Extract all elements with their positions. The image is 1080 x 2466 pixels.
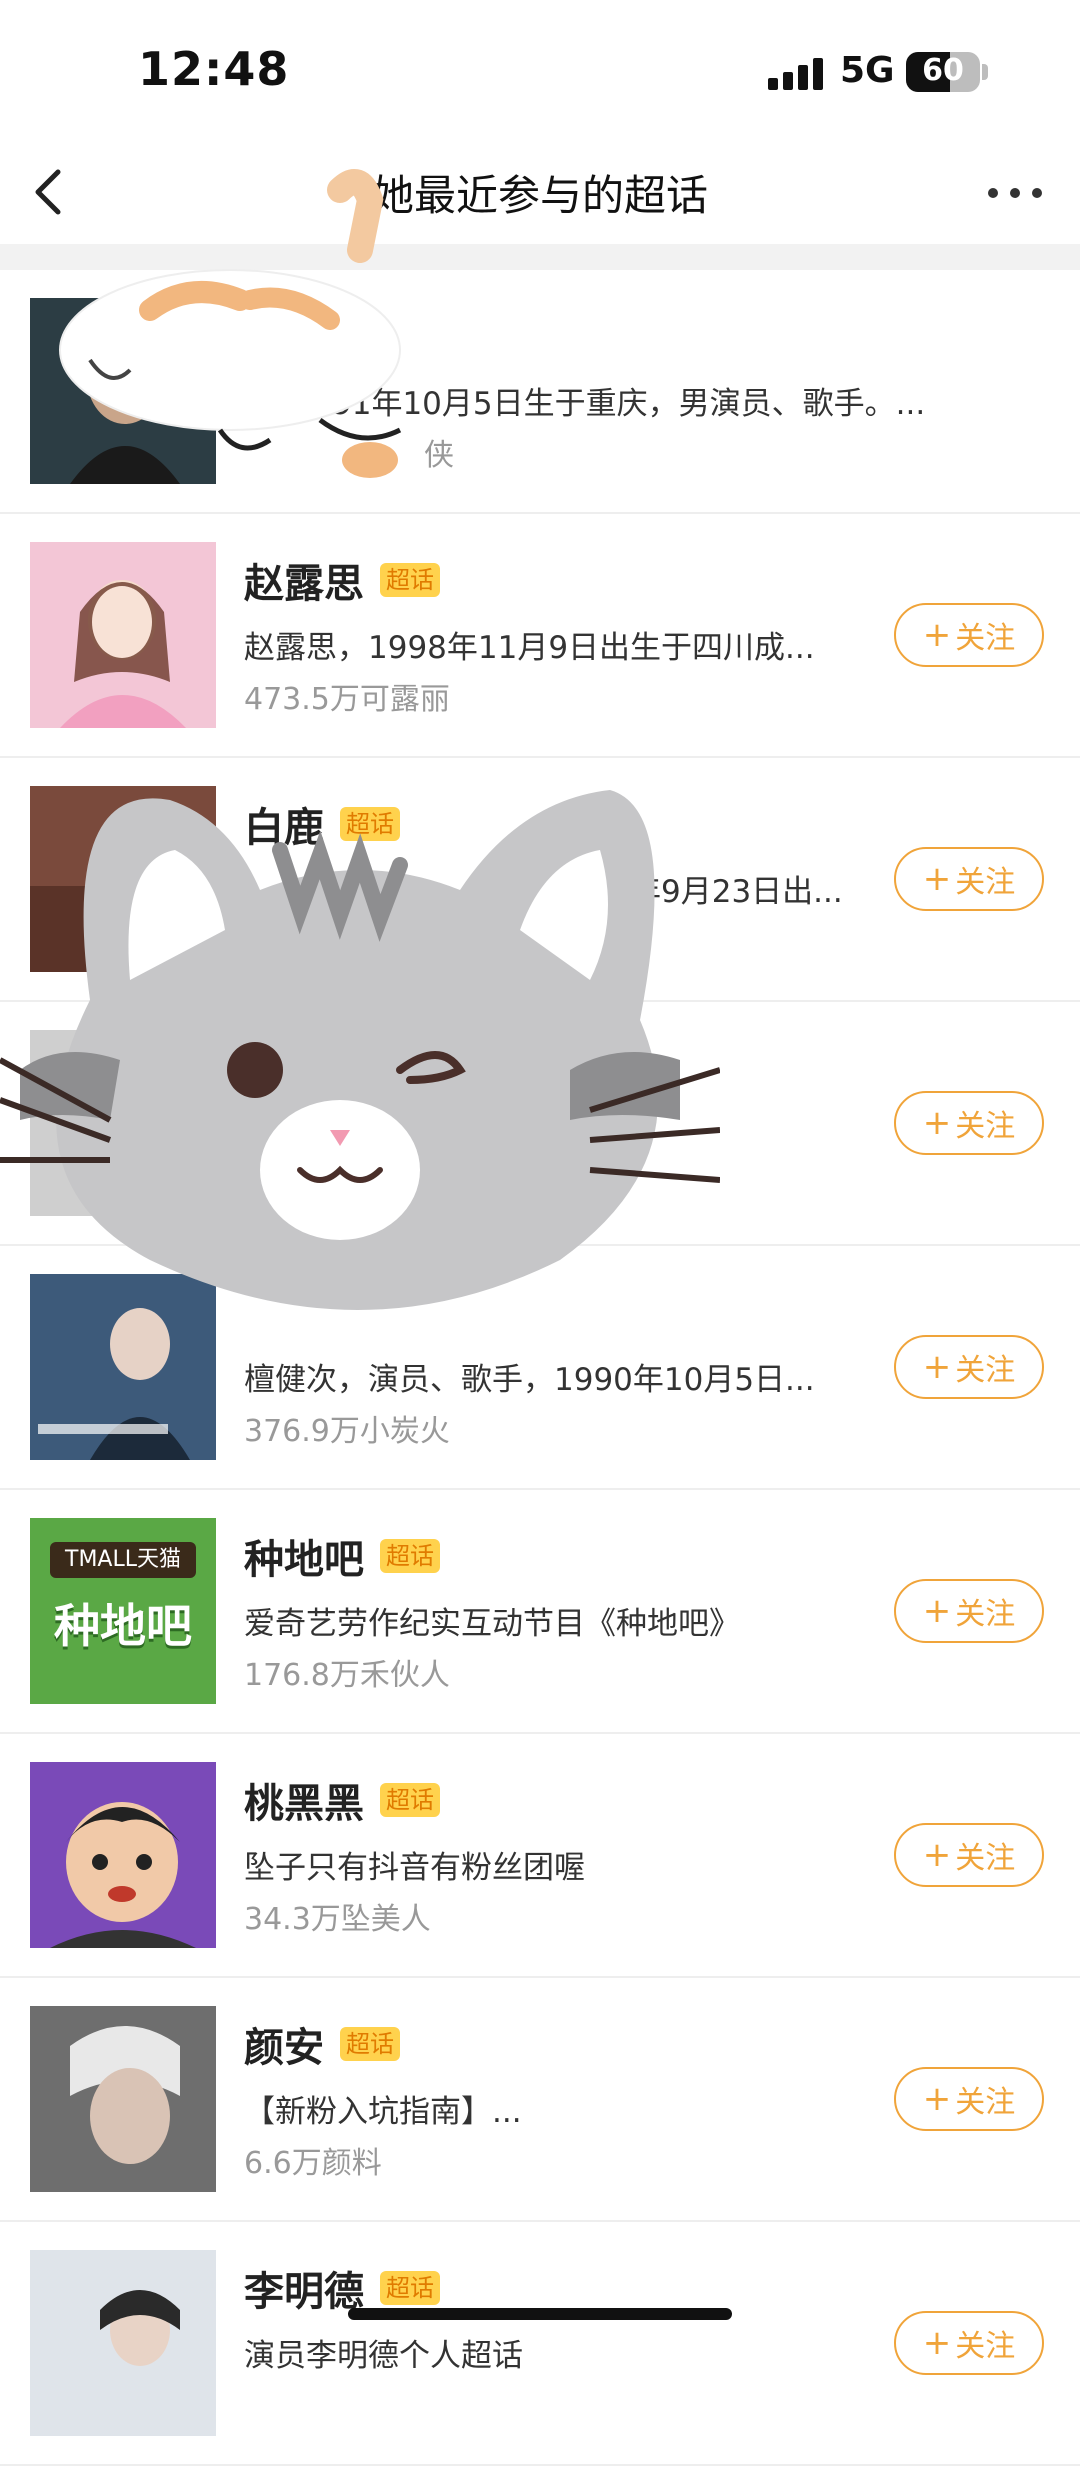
super-topic-badge: 超话 xyxy=(340,2027,400,2061)
super-topic-badge: 超话 xyxy=(380,1783,440,1817)
follow-button[interactable]: + 关注 xyxy=(894,603,1044,667)
topic-description: 坠子只有抖音有粉丝团喔 xyxy=(244,1850,585,1886)
topic-description: 【新粉入坑指南】... xyxy=(244,2094,522,2130)
super-topic-badge: 超话 xyxy=(380,563,440,597)
topic-name: 桃黑黑 xyxy=(244,1781,364,1827)
follow-button[interactable]: + 关注 xyxy=(894,1579,1044,1643)
follow-button[interactable]: + 关注 xyxy=(894,847,1044,911)
topic-row[interactable]: 颜安 超话 【新粉入坑指南】... 6.6万颜料 + 关注 xyxy=(0,1978,1080,2222)
plus-icon: + xyxy=(922,1835,952,1875)
topic-avatar xyxy=(30,542,216,728)
status-time: 12:48 xyxy=(138,42,290,96)
topic-row[interactable]: 赵露思 超话 赵露思，1998年11月9日出生于四川成... 473.5万可露丽… xyxy=(0,514,1080,758)
super-topic-badge: 超话 xyxy=(380,2271,440,2305)
plus-icon: + xyxy=(922,2079,952,2119)
plus-icon: + xyxy=(922,1591,952,1631)
battery-level: 60 xyxy=(922,53,964,88)
topic-avatar: TMALL天猫 种地吧 xyxy=(30,1518,216,1704)
super-topic-badge: 超话 xyxy=(380,1539,440,1573)
plus-icon: + xyxy=(922,1103,952,1143)
topic-fans: 34.3万坠美人 xyxy=(244,1902,431,1937)
follow-button[interactable]: + 关注 xyxy=(894,2311,1044,2375)
plus-icon: + xyxy=(922,615,952,655)
home-indicator xyxy=(348,2308,732,2320)
topic-avatar xyxy=(30,1762,216,1948)
more-options-button[interactable] xyxy=(988,180,1048,204)
topic-fans: 473.5万可露丽 xyxy=(244,682,450,717)
follow-button[interactable]: + 关注 xyxy=(894,1335,1044,1399)
topic-fans: 6.6万颜料 xyxy=(244,2146,382,2181)
topic-fans: 176.8万禾伙人 xyxy=(244,1658,450,1693)
topic-name: 赵露思 xyxy=(244,561,364,607)
battery-icon: 60 xyxy=(906,52,980,92)
orange-cat-sticker xyxy=(59,169,402,478)
network-type: 5G xyxy=(840,50,895,91)
tmall-logo: TMALL天猫 xyxy=(50,1542,196,1578)
battery-tip xyxy=(982,64,988,80)
cartoon-avatar-image xyxy=(30,1762,216,1948)
topic-fans: 376.9万小炭火 xyxy=(244,1414,450,1449)
plus-icon: + xyxy=(922,859,952,899)
topic-row[interactable]: 桃黑黑 超话 坠子只有抖音有粉丝团喔 34.3万坠美人 + 关注 xyxy=(0,1734,1080,1978)
topic-avatar xyxy=(30,2006,216,2192)
topic-row[interactable]: TMALL天猫 种地吧 种地吧 超话 爱奇艺劳作纪实互动节目《种地吧》 176.… xyxy=(0,1490,1080,1734)
portrait-image xyxy=(30,2006,216,2192)
follow-button[interactable]: + 关注 xyxy=(894,1091,1044,1155)
plus-icon: + xyxy=(922,2323,952,2363)
follow-button[interactable]: + 关注 xyxy=(894,2067,1044,2131)
program-logo: 种地吧 xyxy=(54,1599,192,1653)
topic-description: 檀健次，演员、歌手，1990年10月5日... xyxy=(244,1362,815,1398)
plus-icon: + xyxy=(922,1347,952,1387)
portrait-image xyxy=(30,2250,216,2436)
grey-cat-sticker xyxy=(0,790,720,1310)
topic-avatar xyxy=(30,2250,216,2436)
topic-name: 种地吧 xyxy=(244,1537,364,1583)
follow-button[interactable]: + 关注 xyxy=(894,1823,1044,1887)
portrait-image xyxy=(30,542,216,728)
topic-row[interactable]: 李明德 超话 演员李明德个人超话 + 关注 xyxy=(0,2222,1080,2466)
topic-name: 颜安 xyxy=(244,2025,324,2071)
topic-description: 赵露思，1998年11月9日出生于四川成... xyxy=(244,630,815,666)
topic-list: 超话 91年10月5日生于重庆，男演员、歌手。... 侠 赵露思 超话 赵露思，… xyxy=(0,270,1080,2466)
signal-icon xyxy=(768,58,826,90)
topic-description: 演员李明德个人超话 xyxy=(244,2338,523,2374)
topic-name: 李明德 xyxy=(244,2269,364,2315)
topic-description: 爱奇艺劳作纪实互动节目《种地吧》 xyxy=(244,1606,740,1642)
status-bar: 12:48 5G 60 xyxy=(0,0,1080,140)
